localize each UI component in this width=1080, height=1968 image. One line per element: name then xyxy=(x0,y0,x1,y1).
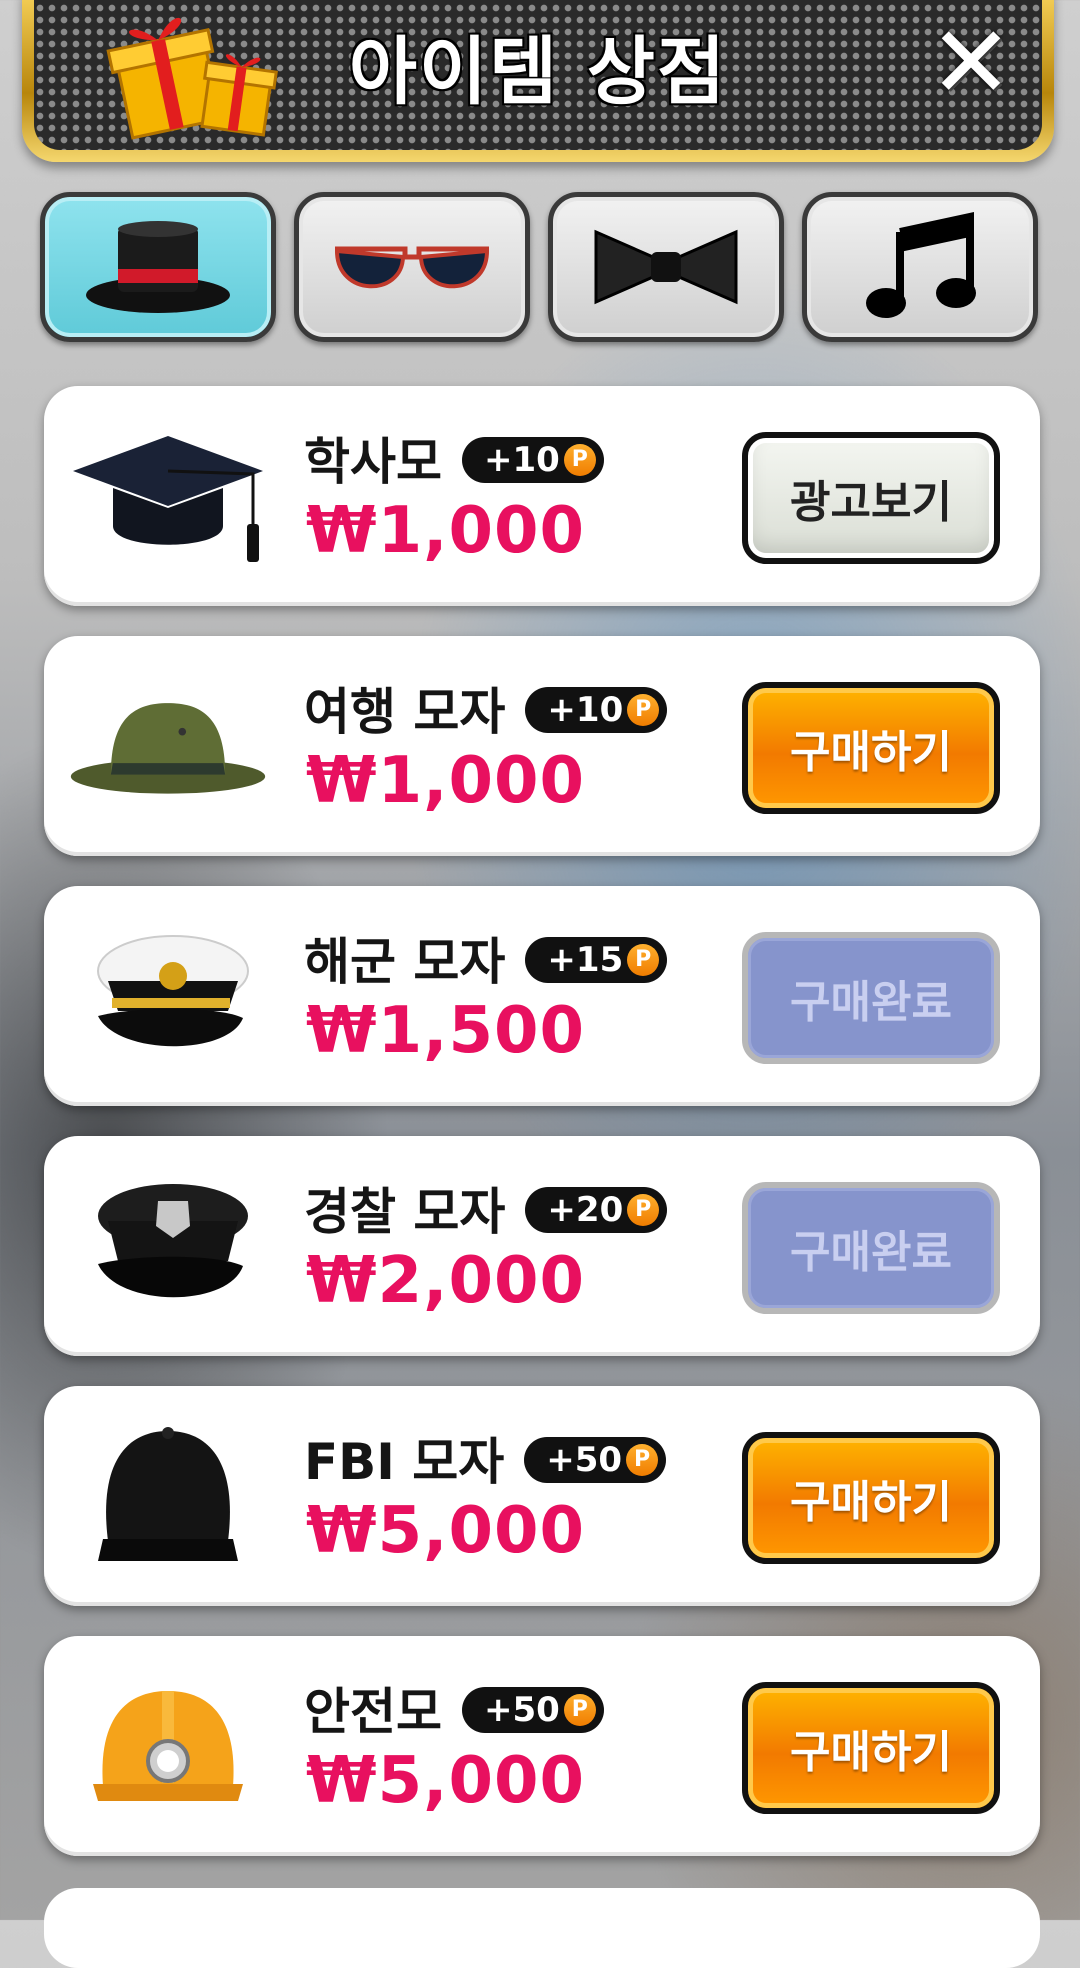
item-name: 해군 모자 +15 P xyxy=(304,922,668,994)
point-coin-icon: P xyxy=(627,1193,660,1226)
graduation-cap-icon xyxy=(68,416,268,576)
item-name: 안전모 +50 P xyxy=(304,1672,604,1744)
navy-cap-icon xyxy=(68,916,268,1076)
item-price: ₩5,000 xyxy=(306,1744,586,1818)
item-card-partial xyxy=(44,1888,1040,1968)
item-card-navy-cap: 해군 모자 +15 P ₩1,500 구매완료 xyxy=(44,886,1040,1106)
purchased-button[interactable]: 구매완료 xyxy=(742,1182,1000,1314)
shop-title: 아이템 상점 xyxy=(348,29,728,115)
item-card-graduation-cap: 학사모 +10 P ₩1,000 광고보기 xyxy=(44,386,1040,606)
point-coin-icon: P xyxy=(627,693,660,726)
point-coin-icon: P xyxy=(627,943,660,976)
item-price: ₩5,000 xyxy=(306,1494,586,1568)
category-tabs xyxy=(40,192,1040,344)
item-name: 학사모 +10 P xyxy=(304,422,604,494)
point-coin-icon: P xyxy=(626,1443,659,1476)
buy-button[interactable]: 구매하기 xyxy=(742,1682,1000,1814)
purchased-button[interactable]: 구매완료 xyxy=(742,932,1000,1064)
item-card-safety-helmet: 안전모 +50 P ₩5,000 구매하기 xyxy=(44,1636,1040,1856)
points-badge: +15 P xyxy=(525,936,668,983)
shop-header: 아이템 상점 ✕ xyxy=(22,0,1054,162)
points-badge: +10 P xyxy=(462,436,604,483)
tab-hat[interactable] xyxy=(40,192,276,342)
tab-bowtie[interactable] xyxy=(548,192,784,342)
item-name: 여행 모자 +10 P xyxy=(304,672,668,744)
item-name: 경찰 모자 +20 P xyxy=(304,1172,668,1244)
fbi-cap-icon xyxy=(68,1416,268,1576)
item-price: ₩1,000 xyxy=(306,744,586,818)
tab-music[interactable] xyxy=(802,192,1038,342)
item-card-travel-hat: 여행 모자 +10 P ₩1,000 구매하기 xyxy=(44,636,1040,856)
item-card-fbi-cap: FBI 모자 +50 P ₩5,000 구매하기 xyxy=(44,1386,1040,1606)
safety-helmet-icon xyxy=(68,1666,268,1826)
bowtie-icon xyxy=(594,229,738,305)
music-note-icon xyxy=(866,212,976,318)
sunglasses-icon xyxy=(334,246,490,289)
buy-button[interactable]: 구매하기 xyxy=(742,1432,1000,1564)
points-badge: +10 P xyxy=(525,686,668,733)
points-badge: +50 P xyxy=(462,1686,604,1733)
points-badge: +50 P xyxy=(524,1436,667,1483)
item-name: FBI 모자 +50 P xyxy=(304,1422,667,1494)
police-cap-icon xyxy=(68,1166,268,1326)
tab-glasses[interactable] xyxy=(294,192,530,342)
watch-ad-button[interactable]: 광고보기 xyxy=(742,432,1000,564)
point-coin-icon: P xyxy=(563,443,596,476)
item-price: ₩2,000 xyxy=(306,1244,586,1318)
item-card-police-cap: 경찰 모자 +20 P ₩2,000 구매완료 xyxy=(44,1136,1040,1356)
points-badge: +20 P xyxy=(525,1186,668,1233)
buy-button[interactable]: 구매하기 xyxy=(742,682,1000,814)
ranger-hat-icon xyxy=(68,666,268,826)
item-price: ₩1,500 xyxy=(306,994,586,1068)
top-hat-icon xyxy=(86,221,230,313)
close-icon[interactable]: ✕ xyxy=(928,13,1014,113)
item-price: ₩1,000 xyxy=(306,494,586,568)
point-coin-icon: P xyxy=(563,1693,596,1726)
